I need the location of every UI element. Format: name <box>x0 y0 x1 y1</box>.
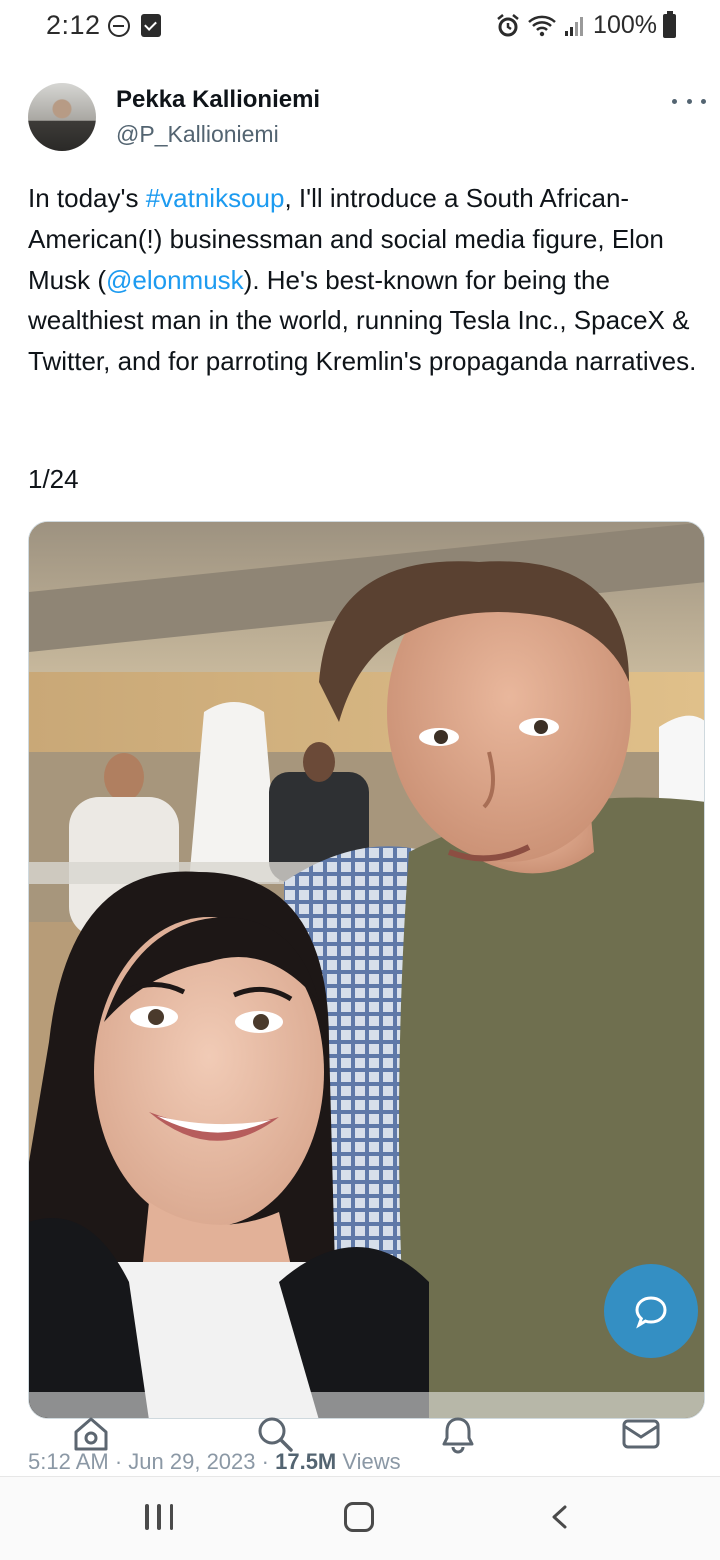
bottom-tab-bar <box>0 1396 720 1476</box>
more-icon[interactable] <box>672 96 706 106</box>
battery-icon <box>663 10 676 38</box>
status-right-group: 100% <box>495 10 676 40</box>
status-bar: 2:12 100% <box>0 0 720 56</box>
tweet-text-part: In today's <box>28 183 146 213</box>
home-icon[interactable] <box>71 1414 111 1454</box>
system-nav-bar <box>0 1476 720 1560</box>
alarm-icon <box>497 13 519 36</box>
avatar[interactable] <box>28 83 96 151</box>
wifi-icon <box>528 15 556 36</box>
signal-icon <box>565 16 584 36</box>
back-icon[interactable] <box>548 1505 572 1529</box>
tweet-text: In today's #vatniksoup, I'll introduce a… <box>28 178 708 382</box>
thread-counter: 1/24 <box>28 464 79 494</box>
checkbox-notification-icon <box>141 14 161 37</box>
hashtag-link[interactable]: #vatniksoup <box>146 183 285 213</box>
reply-bubble-icon[interactable] <box>604 1264 698 1358</box>
notifications-icon[interactable] <box>438 1414 478 1454</box>
tweet-photo[interactable] <box>28 521 705 1419</box>
do-not-disturb-icon <box>108 15 130 37</box>
search-icon[interactable] <box>255 1414 295 1454</box>
author-handle[interactable]: @P_Kallioniemi <box>116 121 279 148</box>
mention-link[interactable]: @elonmusk <box>106 265 244 295</box>
author-name[interactable]: Pekka Kallioniemi <box>116 86 320 114</box>
status-time: 2:12 <box>46 10 101 40</box>
messages-icon[interactable] <box>621 1414 661 1454</box>
recent-apps-icon[interactable] <box>145 1504 173 1534</box>
screen: 2:12 100% Pekka Kallioniemi @P_Kallionie… <box>0 0 720 1560</box>
home-nav-icon[interactable] <box>344 1502 374 1532</box>
battery-percent: 100% <box>593 11 657 39</box>
